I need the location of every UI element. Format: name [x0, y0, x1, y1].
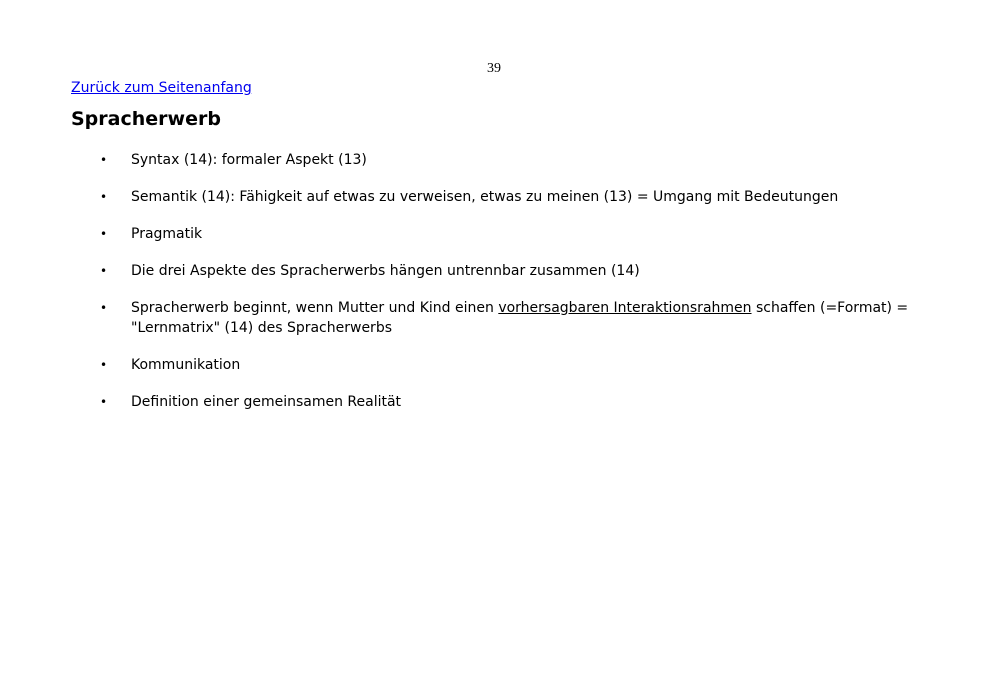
bullet-icon: • — [100, 358, 108, 372]
list-item-text: Kommunikation — [131, 357, 241, 373]
section-heading: Spracherwerb — [71, 108, 221, 130]
back-to-top-link[interactable]: Zurück zum Seitenanfang — [71, 80, 252, 96]
list-item: • Pragmatik — [71, 224, 911, 244]
bullet-icon: • — [100, 153, 108, 167]
bullet-list: • Syntax (14): formaler Aspekt (13) • Se… — [71, 150, 911, 429]
list-item-text: Syntax (14): formaler Aspekt (13) — [131, 152, 367, 168]
list-item-text: Die drei Aspekte des Spracherwerbs hänge… — [131, 263, 640, 279]
bullet-icon: • — [100, 227, 108, 241]
list-item: • Spracherwerb beginnt, wenn Mutter und … — [71, 298, 911, 338]
bullet-icon: • — [100, 395, 108, 409]
bullet-icon: • — [100, 264, 108, 278]
list-item-text: Pragmatik — [131, 226, 203, 242]
list-item-text-before: Spracherwerb beginnt, wenn Mutter und Ki… — [131, 300, 499, 316]
page-number: 39 — [487, 61, 501, 76]
list-item: • Semantik (14): Fähigkeit auf etwas zu … — [71, 187, 911, 207]
list-item: • Die drei Aspekte des Spracherwerbs hän… — [71, 261, 911, 281]
bullet-icon: • — [100, 190, 108, 204]
list-item: • Definition einer gemeinsamen Realität — [71, 392, 911, 412]
bullet-icon: • — [100, 301, 108, 315]
underlined-term: vorhersagbaren Interaktionsrahmen — [498, 300, 752, 316]
list-item: • Syntax (14): formaler Aspekt (13) — [71, 150, 911, 170]
list-item: • Kommunikation — [71, 355, 911, 375]
list-item-text: Definition einer gemeinsamen Realität — [131, 394, 402, 410]
list-item-text: Semantik (14): Fähigkeit auf etwas zu ve… — [131, 189, 839, 205]
